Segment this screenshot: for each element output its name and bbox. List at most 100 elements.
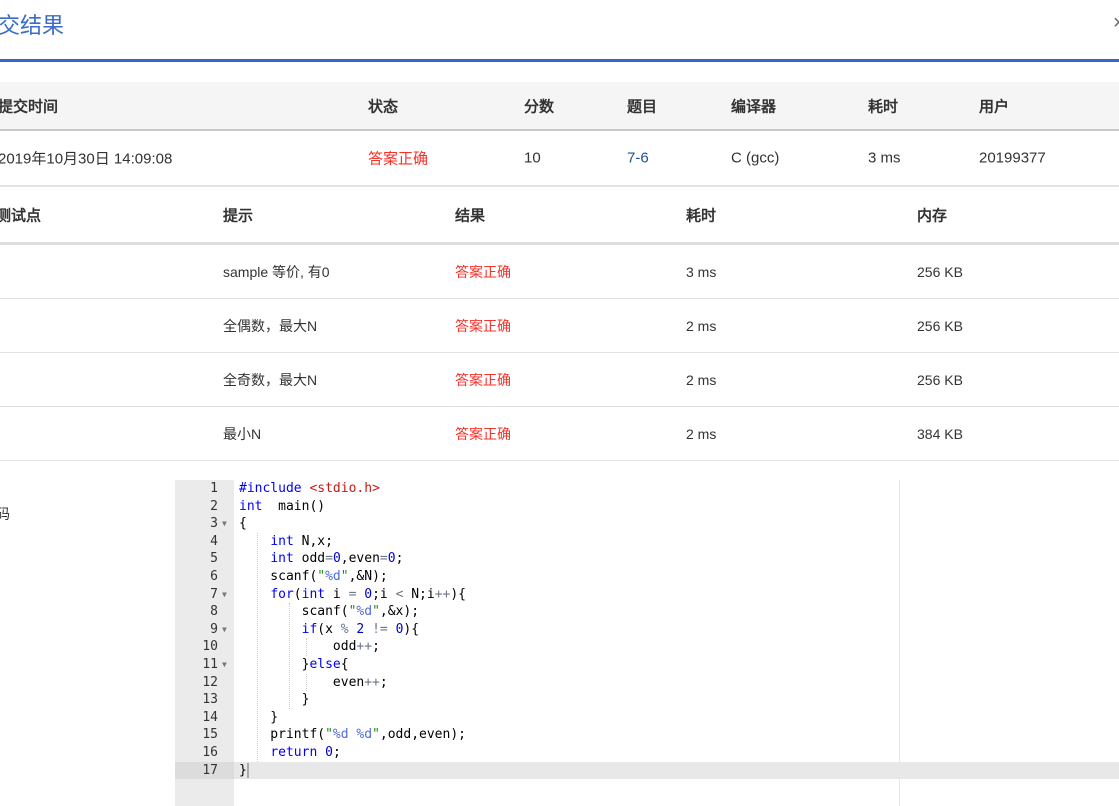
code-token: for xyxy=(270,586,294,602)
code-line: 3 ▼{ xyxy=(175,515,1119,533)
code-token: } xyxy=(239,657,310,672)
text-cursor xyxy=(246,762,249,778)
code-token: " xyxy=(372,604,380,620)
code-text: even++; xyxy=(239,674,388,692)
code-token: ; xyxy=(395,551,404,567)
code-token: main() xyxy=(262,498,326,514)
status-badge: 答案正确 xyxy=(368,150,429,168)
hint: 全奇数，最大N xyxy=(223,371,318,388)
close-icon[interactable]: × xyxy=(1113,12,1119,35)
code-line: 16 return 0; xyxy=(175,744,1119,762)
code-token: int xyxy=(301,586,326,602)
code-token: ,&x); xyxy=(379,604,420,620)
line-number: 15 xyxy=(202,727,218,743)
code-text: { xyxy=(239,515,247,533)
code-token: != xyxy=(372,621,388,637)
code-text: #include <stdio.h> xyxy=(239,480,380,498)
header-compiler: 编译器 xyxy=(731,98,777,115)
memory: 256 KB xyxy=(917,263,963,280)
code-line: 12 even++; xyxy=(175,674,1119,692)
code-token: 0 xyxy=(364,586,373,602)
hint: 全偶数，最大N xyxy=(223,317,318,334)
code-line: 1 #include <stdio.h> xyxy=(175,480,1119,498)
line-number: 10 xyxy=(202,639,218,655)
header-user: 用户 xyxy=(979,98,1010,115)
header-time: 耗时 xyxy=(686,207,717,224)
code-token: } xyxy=(239,762,247,778)
code-text: } xyxy=(239,691,310,709)
code-editor[interactable]: 1 #include <stdio.h> 2 int main() 3 ▼{4 int N… xyxy=(175,480,1119,806)
code-token: N;i xyxy=(403,586,435,602)
line-number: 2 xyxy=(210,498,218,514)
problem-link[interactable]: 7-6 xyxy=(627,150,649,167)
code-label: 码 xyxy=(0,506,10,522)
fold-toggle-icon[interactable]: ▼ xyxy=(222,656,227,674)
code-text: odd++; xyxy=(239,638,380,656)
code-token: int xyxy=(270,533,294,549)
code-token: } xyxy=(239,692,310,708)
line-number: 5 xyxy=(210,551,218,567)
header-status: 状态 xyxy=(368,98,399,115)
code-token: int xyxy=(239,498,263,514)
code-line: 2 int main() xyxy=(175,498,1119,516)
code-text: } xyxy=(239,762,249,780)
fold-toggle-icon[interactable]: ▼ xyxy=(222,621,227,639)
code-text: if(x % 2 != 0){ xyxy=(239,621,419,639)
code-token: N,x; xyxy=(293,533,333,549)
code-token: ( xyxy=(293,586,302,602)
submission-table-header: 提交时间 状态 分数 题目 编译器 耗时 用户 xyxy=(0,82,1119,131)
code-line: 11 ▼ }else{ xyxy=(175,656,1119,674)
code-token: %d xyxy=(325,569,341,584)
testcase-row: 全奇数，最大N 答案正确 2 ms 256 KB xyxy=(0,353,1119,407)
header-score: 分数 xyxy=(524,98,555,115)
header-hint: 提示 xyxy=(223,207,254,224)
title-divider xyxy=(0,59,1119,62)
line-number: 13 xyxy=(202,692,218,708)
line-number: 12 xyxy=(202,674,218,690)
code-token: { xyxy=(340,657,349,672)
memory: 256 KB xyxy=(917,317,963,334)
user: 20199377 xyxy=(979,149,1046,167)
fold-toggle-icon[interactable]: ▼ xyxy=(222,586,227,604)
testcase-row: sample 等价, 有0 答案正确 3 ms 256 KB xyxy=(0,245,1119,299)
code-token: 0 xyxy=(332,551,341,567)
header-problem: 题目 xyxy=(627,98,658,115)
code-token: ; xyxy=(379,674,388,690)
code-line: 14 } xyxy=(175,709,1119,727)
page-title: 交结果 xyxy=(0,13,65,38)
code-line: 8 scanf("%d",&x); xyxy=(175,603,1119,621)
code-line: 6 scanf("%d",&N); xyxy=(175,568,1119,586)
code-text: return 0; xyxy=(239,744,340,762)
code-line: 17} xyxy=(175,761,1119,780)
code-token: 0 xyxy=(387,551,396,567)
code-line: 10 odd++; xyxy=(175,638,1119,656)
code-line: 4 int N,x; xyxy=(175,533,1119,551)
time: 2 ms xyxy=(686,371,717,388)
result: 答案正确 xyxy=(455,371,511,388)
code-token: <stdio.h> xyxy=(309,481,380,496)
code-line: 7 ▼ for(int i = 0;i < N;i++){ xyxy=(175,586,1119,604)
code-text: scanf("%d",&N); xyxy=(239,568,387,586)
code-token: % xyxy=(340,621,349,637)
code-token: i xyxy=(325,586,349,602)
line-number: 6 xyxy=(210,569,218,584)
code-token: ++ xyxy=(434,586,451,602)
code-token: ; xyxy=(372,639,380,655)
code-text: int main() xyxy=(239,498,325,516)
hint: sample 等价, 有0 xyxy=(223,263,330,280)
code-token: else xyxy=(309,657,341,672)
code-token: ++ xyxy=(364,674,380,690)
elapsed-time: 3 ms xyxy=(868,149,901,167)
fold-toggle-icon[interactable]: ▼ xyxy=(222,515,227,533)
code-token: %d xyxy=(356,604,373,620)
code-token: " xyxy=(372,727,380,743)
code-token: " xyxy=(340,569,349,584)
code-line: 15 printf("%d %d",odd,even); xyxy=(175,726,1119,744)
